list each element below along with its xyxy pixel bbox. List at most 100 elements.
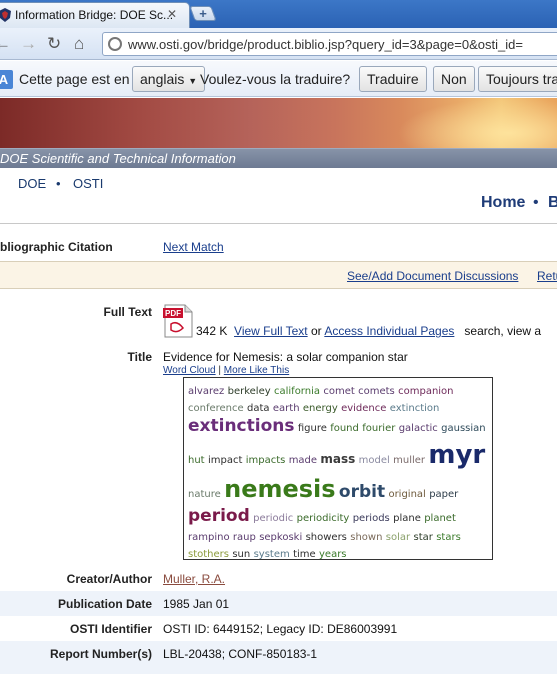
translate-icon: A <box>0 70 13 89</box>
word-cloud-term[interactable]: rampino <box>188 532 230 543</box>
agency-name: DOE Scientific and Technical Information <box>0 151 236 166</box>
word-cloud-term[interactable]: years <box>319 549 347 560</box>
word-cloud-term[interactable]: system <box>254 549 290 560</box>
word-cloud-term[interactable]: hut <box>188 455 205 466</box>
osti-link[interactable]: OSTI <box>73 176 103 191</box>
browser-tab[interactable]: Information Bridge: DOE Sc... ✕ <box>0 2 190 28</box>
more-like-this-link[interactable]: More Like This <box>224 365 289 376</box>
word-cloud-term[interactable]: nemesis <box>224 475 335 503</box>
word-cloud-term[interactable]: gaussian <box>441 423 485 434</box>
creator-link[interactable]: Muller, R.A. <box>163 572 225 586</box>
divider <box>0 223 557 224</box>
word-cloud-term[interactable]: showers <box>306 532 347 543</box>
word-cloud-term[interactable]: fourier <box>362 423 395 434</box>
word-cloud-term[interactable]: comet <box>323 386 354 397</box>
tab-close-icon[interactable]: ✕ <box>167 7 177 21</box>
word-cloud-term[interactable]: evidence <box>341 403 386 414</box>
word-cloud-term[interactable]: period <box>188 506 250 526</box>
word-cloud-link[interactable]: Word Cloud <box>163 365 216 376</box>
word-cloud-line: rampino raup sepkoski showers shown sola… <box>188 528 488 545</box>
word-cloud-term[interactable]: raup <box>233 532 256 543</box>
page-icon <box>108 37 122 51</box>
translate-bar: A Cette page est en anglais ▼ Voulez-vou… <box>0 61 557 97</box>
word-cloud-term[interactable]: time <box>293 549 316 560</box>
home-link[interactable]: Home <box>481 194 525 212</box>
view-full-text-link[interactable]: View Full Text <box>234 324 308 338</box>
home-icon[interactable]: ⌂ <box>74 34 84 54</box>
new-tab-button[interactable]: + <box>189 6 217 21</box>
url-text[interactable]: www.osti.gov/bridge/product.biblio.jsp?q… <box>128 37 523 52</box>
title-tools: Word Cloud | More Like This <box>163 365 289 376</box>
word-cloud-term[interactable]: data <box>247 403 270 414</box>
forward-icon[interactable]: → <box>20 34 37 54</box>
browse-link[interactable]: B <box>548 194 557 212</box>
report-value: LBL-20438; CONF-850183-1 <box>163 647 318 661</box>
word-cloud-term[interactable]: planet <box>424 513 456 524</box>
word-cloud-term[interactable]: periodicity <box>297 513 350 524</box>
doe-link[interactable]: DOE <box>18 176 46 191</box>
agency-bar: DOE Scientific and Technical Information <box>0 148 557 168</box>
word-cloud-term[interactable]: earth <box>273 403 300 414</box>
word-cloud-term[interactable]: california <box>274 386 320 397</box>
link-separator: | <box>218 365 222 376</box>
language-select[interactable]: anglais ▼ <box>132 66 206 92</box>
word-cloud-term[interactable]: nature <box>188 489 221 500</box>
always-translate-button[interactable]: Toujours tra <box>478 66 557 92</box>
favicon-icon <box>0 8 11 22</box>
word-cloud-term[interactable]: periodic <box>253 513 293 524</box>
word-cloud-term[interactable]: myr <box>428 440 485 470</box>
next-match-link[interactable]: Next Match <box>163 240 224 254</box>
title-label: Title <box>127 350 152 364</box>
word-cloud-term[interactable]: alvarez <box>188 386 224 397</box>
osti-id-label: OSTI Identifier <box>69 622 152 636</box>
word-cloud-term[interactable]: galactic <box>399 423 438 434</box>
word-cloud-term[interactable]: sun <box>232 549 250 560</box>
return-link[interactable]: Retu <box>537 269 557 283</box>
word-cloud-term[interactable]: impact <box>208 455 242 466</box>
word-cloud-term[interactable]: found <box>330 423 359 434</box>
word-cloud-term[interactable]: shown <box>350 532 382 543</box>
reload-icon[interactable]: ↻ <box>47 34 61 54</box>
word-cloud-term[interactable]: periods <box>353 513 390 524</box>
word-cloud-term[interactable]: figure <box>298 423 327 434</box>
word-cloud-term[interactable]: energy <box>303 403 338 414</box>
word-cloud-term[interactable]: extinction <box>390 403 440 414</box>
word-cloud-term[interactable]: extinctions <box>188 416 294 436</box>
word-cloud-term[interactable]: plane <box>393 513 421 524</box>
tab-title: Information Bridge: DOE Sc... <box>15 8 174 22</box>
word-cloud: alvarez berkeley california comet comets… <box>183 377 493 560</box>
translate-button[interactable]: Traduire <box>359 66 427 92</box>
tab-strip: Information Bridge: DOE Sc... ✕ + <box>0 0 557 28</box>
address-bar[interactable]: www.osti.gov/bridge/product.biblio.jsp?q… <box>102 32 557 56</box>
word-cloud-term[interactable]: model <box>359 455 390 466</box>
word-cloud-term[interactable]: mass <box>320 452 355 466</box>
word-cloud-term[interactable]: conference <box>188 403 244 414</box>
word-cloud-term[interactable]: orbit <box>339 482 385 502</box>
word-cloud-line: period periodic periodicity periods plan… <box>188 505 488 528</box>
word-cloud-term[interactable]: sepkoski <box>259 532 302 543</box>
word-cloud-term[interactable]: comets <box>358 386 395 397</box>
full-text-links: 342 K View Full Text or Access Individua… <box>196 324 541 338</box>
creator-label: Creator/Author <box>66 572 152 586</box>
back-icon[interactable]: ← <box>0 34 11 54</box>
word-cloud-line: nature nemesis orbit original paper <box>188 473 488 505</box>
word-cloud-term[interactable]: muller <box>393 455 425 466</box>
pdf-icon[interactable]: PDF <box>163 304 193 338</box>
dropdown-arrow-icon: ▼ <box>188 76 198 86</box>
word-cloud-term[interactable]: made <box>289 455 317 466</box>
word-cloud-term[interactable]: original <box>388 489 425 500</box>
full-text-label: Full Text <box>103 305 152 319</box>
discussions-link[interactable]: See/Add Document Discussions <box>347 269 518 283</box>
word-cloud-term[interactable]: star <box>413 532 432 543</box>
translate-prompt: Cette page est en <box>19 71 130 87</box>
word-cloud-term[interactable]: impacts <box>246 455 286 466</box>
word-cloud-term[interactable]: solar <box>386 532 410 543</box>
word-cloud-term[interactable]: stothers <box>188 549 229 560</box>
word-cloud-term[interactable]: berkeley <box>228 386 271 397</box>
word-cloud-line: stothers sun system time years <box>188 545 488 562</box>
access-pages-link[interactable]: Access Individual Pages <box>324 324 454 338</box>
word-cloud-term[interactable]: paper <box>429 489 458 500</box>
word-cloud-term[interactable]: companion <box>398 386 453 397</box>
word-cloud-term[interactable]: stars <box>436 532 461 543</box>
no-button[interactable]: Non <box>433 66 475 92</box>
